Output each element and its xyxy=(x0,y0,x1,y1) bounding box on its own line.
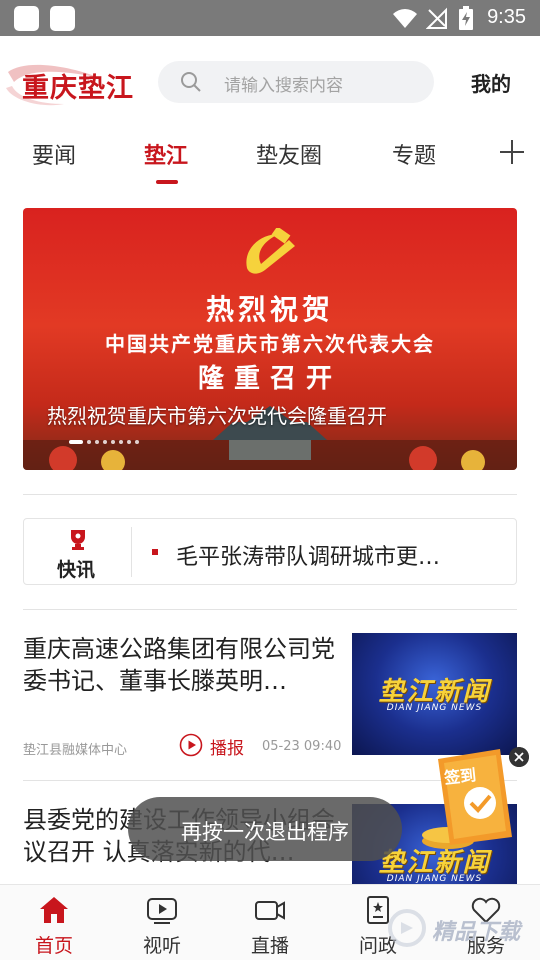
tab-dianyouquan[interactable]: 垫友圈 xyxy=(256,138,322,170)
flash-label: 快讯 xyxy=(57,559,96,581)
notification-icon xyxy=(14,6,39,31)
carousel-dot xyxy=(119,440,123,444)
divider xyxy=(23,494,517,495)
banner-subheadline: 中国共产党重庆市第六次代表大会 xyxy=(105,332,435,356)
banner-headline: 热烈祝贺 xyxy=(205,293,334,326)
news-time: 05-23 09:40 xyxy=(262,739,342,754)
nav-home[interactable]: 首页 xyxy=(0,885,108,960)
play-audio-icon[interactable] xyxy=(179,733,203,757)
sign-in-label: 签到 xyxy=(443,765,478,788)
carousel-dot xyxy=(127,440,131,444)
carousel-dot xyxy=(103,440,107,444)
nav-media[interactable]: 视听 xyxy=(108,885,216,960)
wifi-icon xyxy=(393,9,417,28)
channel-tabs: 要闻 垫江 垫友圈 专题 xyxy=(0,128,540,188)
tab-dianjiang[interactable]: 垫江 xyxy=(144,138,188,170)
flash-bullet xyxy=(152,549,158,555)
nav-media-label: 视听 xyxy=(142,935,181,957)
camera-icon xyxy=(255,901,285,920)
carousel-dot xyxy=(95,440,99,444)
active-tab-indicator xyxy=(156,180,178,184)
broadcast-button[interactable]: 播报 xyxy=(210,734,244,759)
watermark-text: 精品下载 xyxy=(432,920,521,945)
nav-home-label: 首页 xyxy=(34,935,73,957)
exit-toast: 再按一次退出程序 xyxy=(128,797,402,861)
trophy-icon xyxy=(71,530,85,550)
my-profile-button[interactable]: 我的 xyxy=(471,68,511,97)
news-thumbnail[interactable]: 垫江新闻 DIAN JIANG NEWS xyxy=(352,633,517,755)
logo-text: 重庆垫江 xyxy=(22,73,134,104)
thumbnail-subtitle: DIAN JIANG NEWS xyxy=(386,874,483,884)
nav-live[interactable]: 直播 xyxy=(216,885,324,960)
status-bar: 9:35 xyxy=(0,0,540,36)
banner-carousel[interactable]: 热烈祝贺 中国共产党重庆市第六次代表大会 隆重召开 热烈祝贺重庆市第六次党代会隆… xyxy=(23,208,517,470)
tab-zhuanti[interactable]: 专题 xyxy=(392,138,436,170)
app-header: 重庆垫江 请输入搜索内容 我的 xyxy=(0,36,540,128)
search-placeholder: 请输入搜索内容 xyxy=(224,76,343,96)
search-box[interactable]: 请输入搜索内容 xyxy=(158,61,434,103)
close-icon[interactable] xyxy=(509,747,529,767)
party-emblem-icon xyxy=(246,228,295,274)
add-channel-icon[interactable] xyxy=(498,138,526,166)
video-play-icon xyxy=(147,898,177,924)
news-source: 垫江县融媒体中心 xyxy=(23,743,128,758)
carousel-indicator xyxy=(69,440,139,444)
flash-separator xyxy=(131,527,132,577)
divider xyxy=(23,609,517,610)
carousel-dot xyxy=(135,440,139,444)
nav-live-label: 直播 xyxy=(250,935,289,957)
home-icon xyxy=(40,897,68,923)
news-title[interactable]: 重庆高速公路集团有限公司党委书记、董事长滕英明… xyxy=(23,633,343,697)
banner-subheadline-2: 隆重召开 xyxy=(197,364,342,394)
search-icon xyxy=(181,72,201,92)
flash-news-bar[interactable]: 快讯 毛平张涛带队调研城市更… xyxy=(23,518,517,585)
carousel-dot xyxy=(111,440,115,444)
clock: 9:35 xyxy=(487,6,526,28)
toast-message: 再按一次退出程序 xyxy=(181,820,349,844)
thumbnail-subtitle: DIAN JIANG NEWS xyxy=(386,703,483,713)
banner-caption: 热烈祝贺重庆市第六次党代会隆重召开 xyxy=(47,404,387,428)
notification-icon xyxy=(50,6,75,31)
signal-off-icon xyxy=(426,7,447,29)
carousel-dot xyxy=(87,440,91,444)
battery-charging-icon xyxy=(459,6,473,30)
tab-yaowen[interactable]: 要闻 xyxy=(32,138,76,170)
flash-headline[interactable]: 毛平张涛带队调研城市更… xyxy=(176,539,440,571)
carousel-dot xyxy=(69,440,83,444)
